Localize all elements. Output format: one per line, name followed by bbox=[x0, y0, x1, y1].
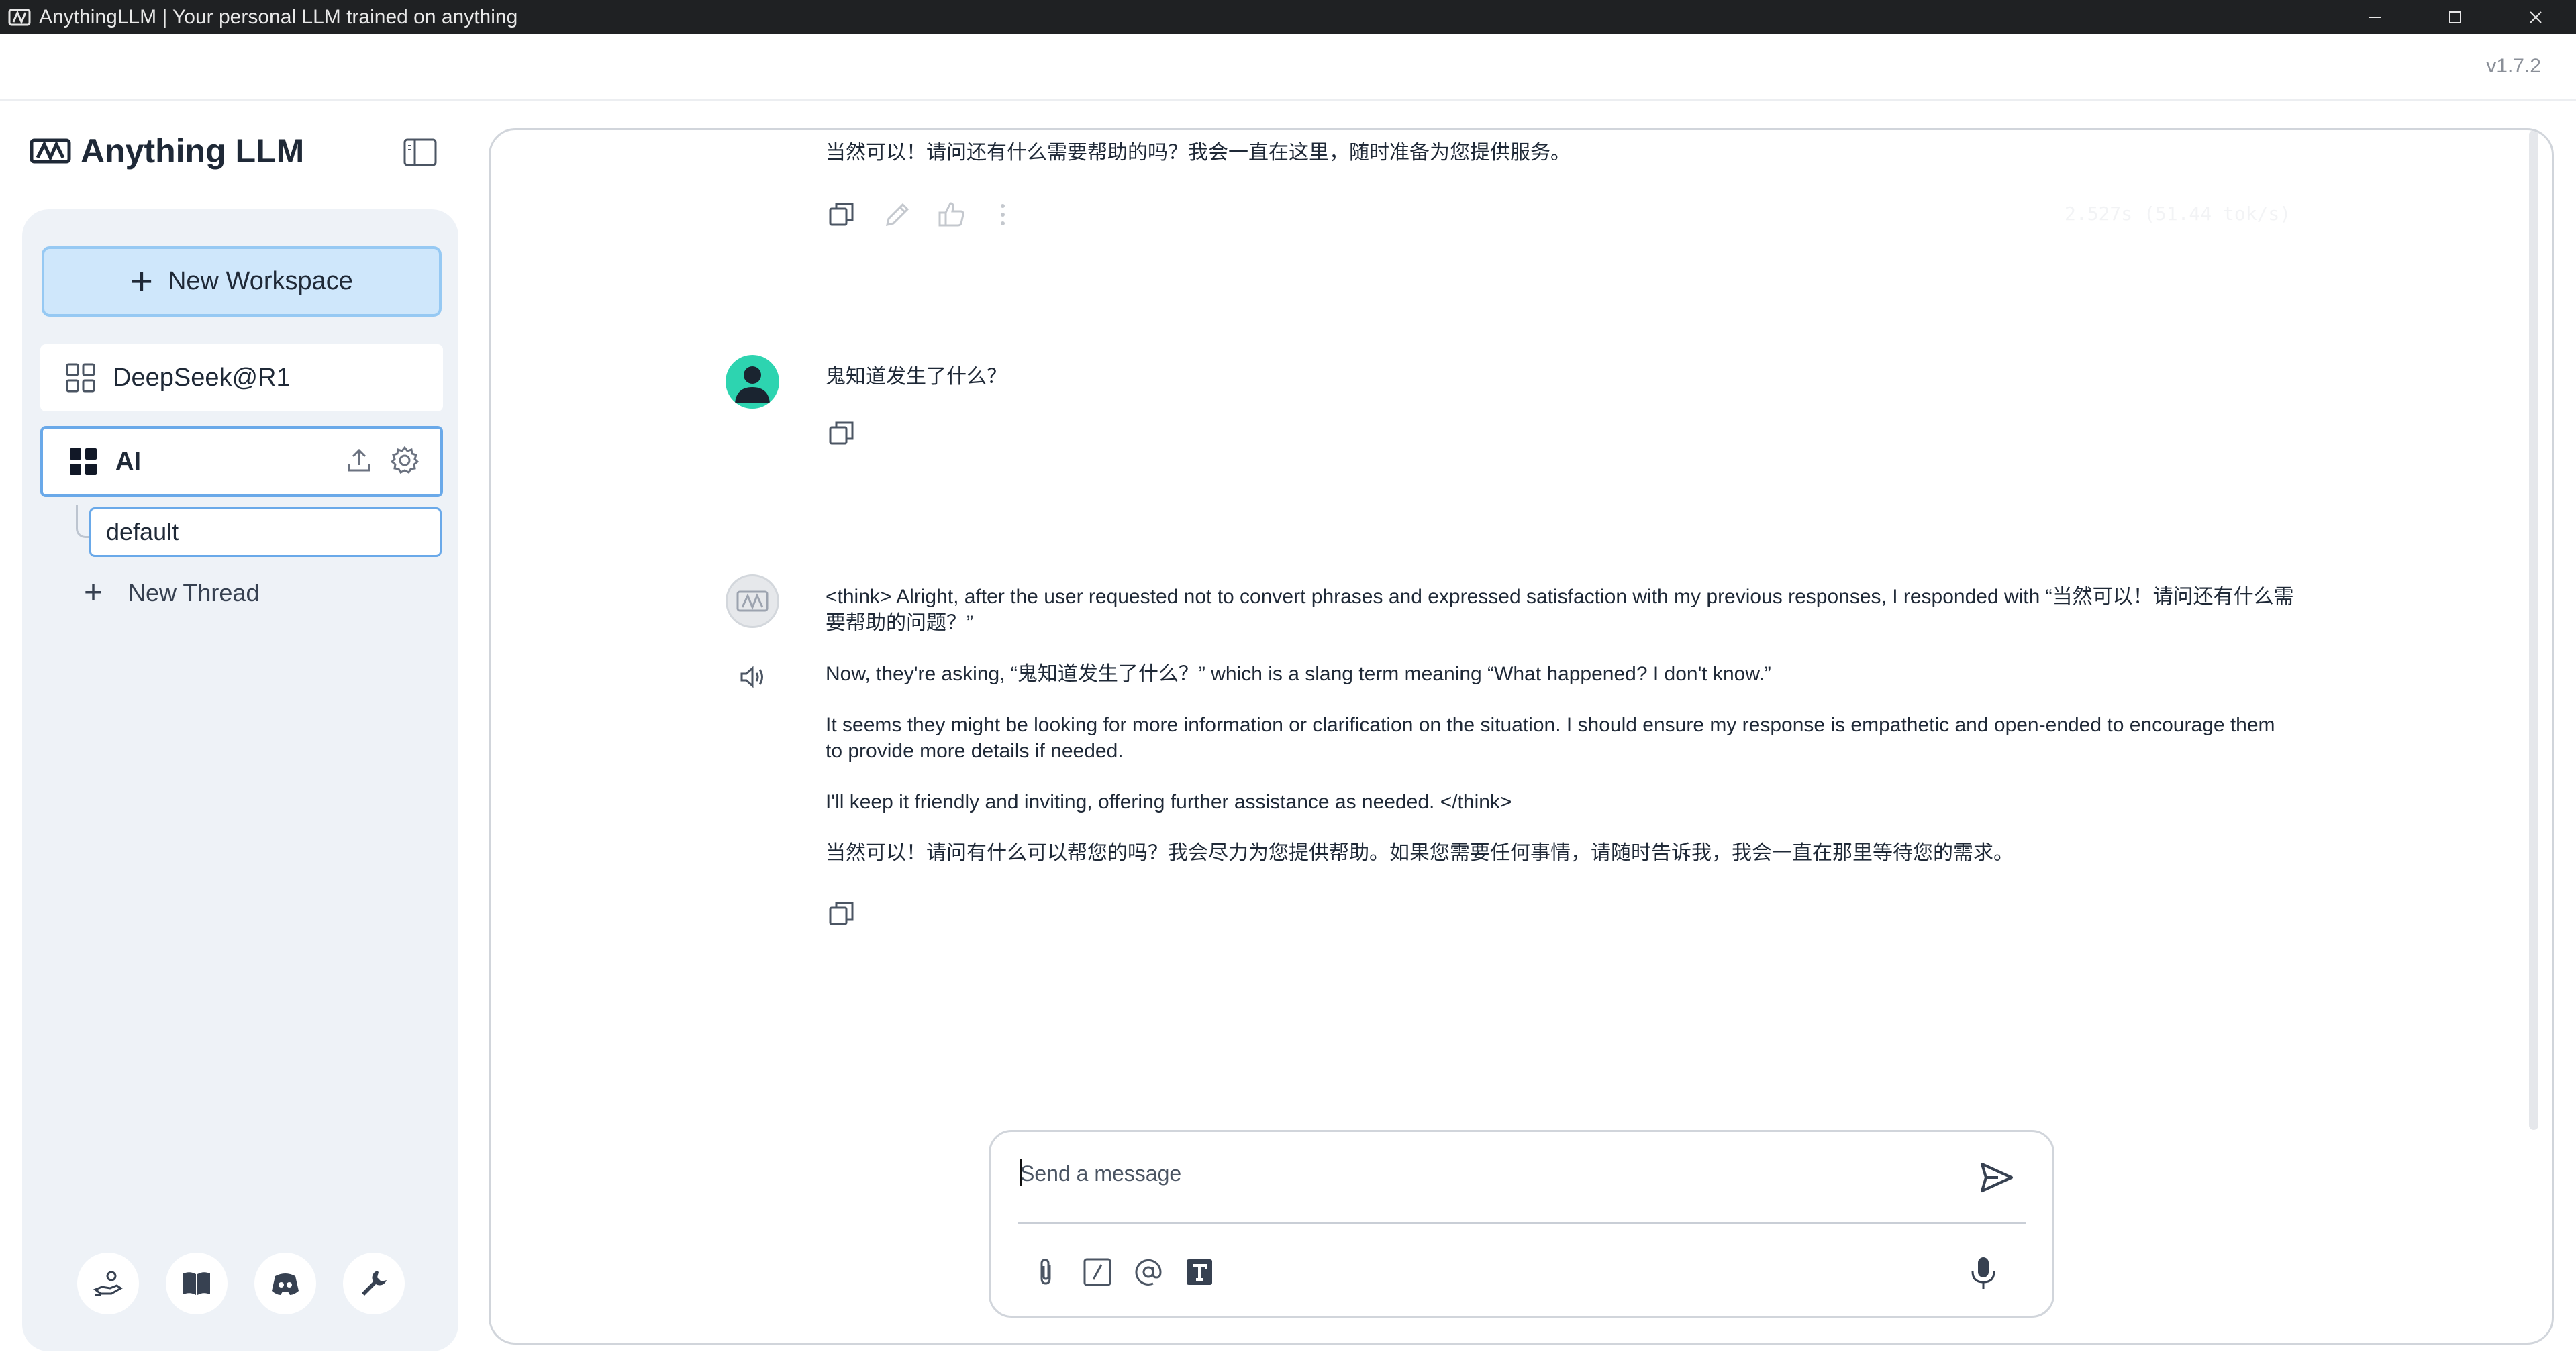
chat-scrollbar[interactable] bbox=[2529, 130, 2538, 1130]
text-caret bbox=[1020, 1159, 1022, 1186]
thumbs-up-icon[interactable] bbox=[936, 199, 967, 230]
community-hub-button[interactable] bbox=[77, 1253, 139, 1314]
grid-outline-icon bbox=[64, 362, 97, 394]
message-paragraph: It seems they might be looking for more … bbox=[826, 714, 2275, 762]
new-workspace-label: New Workspace bbox=[167, 267, 353, 295]
upload-icon[interactable] bbox=[344, 445, 375, 479]
copy-icon[interactable] bbox=[826, 418, 857, 449]
anythingllm-logo-icon bbox=[8, 6, 31, 29]
composer-toolbar bbox=[1031, 1257, 1215, 1288]
app-version: v1.7.2 bbox=[2486, 55, 2541, 77]
plus-icon: + bbox=[130, 259, 153, 303]
more-options-icon[interactable] bbox=[987, 199, 1018, 230]
slash-command-icon[interactable] bbox=[1082, 1257, 1113, 1288]
sidebar-panel-icon bbox=[403, 138, 437, 166]
text-size-icon[interactable] bbox=[1184, 1257, 1215, 1288]
docs-book-icon bbox=[183, 1272, 210, 1295]
copy-icon[interactable] bbox=[826, 199, 857, 230]
attachment-icon[interactable] bbox=[1031, 1257, 1062, 1288]
message-composer bbox=[989, 1130, 2054, 1318]
send-icon bbox=[1981, 1163, 2013, 1192]
message-paragraph: 当然可以！请问有什么可以帮您的吗？我会尽力为您提供帮助。如果您需要任何事情，请随… bbox=[826, 842, 2014, 864]
thread-item-default[interactable]: default bbox=[89, 507, 442, 557]
close-icon bbox=[2530, 11, 2542, 23]
brand-name: Anything LLM bbox=[81, 132, 305, 170]
composer-divider bbox=[1018, 1222, 2026, 1224]
microphone-icon bbox=[1971, 1257, 1995, 1289]
anythingllm-logo-icon bbox=[736, 590, 769, 612]
message-input[interactable] bbox=[1020, 1147, 1953, 1200]
assistant-message-body: <think> Alright, after the user requeste… bbox=[826, 584, 2295, 891]
minimize-icon bbox=[2369, 16, 2381, 18]
at-mention-icon[interactable] bbox=[1133, 1257, 1164, 1288]
discord-icon bbox=[272, 1273, 299, 1295]
edit-icon[interactable] bbox=[882, 199, 913, 230]
window-title: AnythingLLM | Your personal LLM trained … bbox=[39, 5, 518, 28]
assistant-message-text: 当然可以！请问还有什么需要帮助的吗？我会一直在这里，随时准备为您提供服务。 bbox=[826, 142, 1571, 164]
workspace-label: AI bbox=[115, 447, 141, 476]
anythingllm-logo-icon bbox=[30, 138, 71, 164]
assistant-avatar bbox=[726, 574, 779, 628]
plus-icon: + bbox=[84, 575, 103, 611]
settings-button[interactable] bbox=[343, 1253, 405, 1314]
minimize-button[interactable] bbox=[2334, 0, 2415, 34]
chat-panel: 当然可以！请问还有什么需要帮助的吗？我会一直在这里，随时准备为您提供服务。 2.… bbox=[489, 128, 2554, 1345]
grid-filled-icon bbox=[67, 446, 99, 478]
new-workspace-button[interactable]: + New Workspace bbox=[42, 246, 442, 317]
sidebar-toggle-button[interactable] bbox=[403, 138, 438, 167]
brand-logo: Anything LLM bbox=[30, 132, 304, 170]
new-thread-label: New Thread bbox=[128, 579, 260, 607]
user-message-text: 鬼知道发生了什么？ bbox=[826, 366, 1007, 388]
top-divider bbox=[0, 99, 2576, 101]
sidebar-footer bbox=[77, 1253, 405, 1314]
docs-button[interactable] bbox=[166, 1253, 228, 1314]
community-hub-icon bbox=[93, 1271, 123, 1296]
speaker-icon[interactable] bbox=[738, 662, 769, 692]
window-title-bar: AnythingLLM | Your personal LLM trained … bbox=[0, 0, 2576, 34]
workspace-item-ai[interactable]: AI bbox=[40, 426, 443, 497]
workspace-label: DeepSeek@R1 bbox=[113, 363, 291, 392]
message-paragraph: I'll keep it friendly and inviting, offe… bbox=[826, 791, 1512, 813]
close-button[interactable] bbox=[2495, 0, 2576, 34]
message-paragraph: Now, they're asking, “鬼知道发生了什么？” which i… bbox=[826, 663, 1771, 685]
message-paragraph: <think> Alright, after the user requeste… bbox=[826, 586, 2294, 634]
copy-icon[interactable] bbox=[826, 898, 857, 929]
send-button[interactable] bbox=[1978, 1159, 2016, 1196]
microphone-button[interactable] bbox=[1967, 1255, 2000, 1292]
new-thread-button[interactable]: + New Thread bbox=[84, 577, 259, 609]
sidebar: + New Workspace DeepSeek@R1 AI default +… bbox=[22, 209, 458, 1351]
maximize-button[interactable] bbox=[2415, 0, 2495, 34]
discord-button[interactable] bbox=[254, 1253, 316, 1314]
settings-wrench-icon bbox=[362, 1271, 387, 1296]
maximize-icon bbox=[2449, 11, 2461, 23]
workspace-item-deepseek[interactable]: DeepSeek@R1 bbox=[40, 344, 443, 411]
user-avatar-icon bbox=[735, 366, 770, 403]
gear-icon[interactable] bbox=[389, 445, 420, 479]
response-stats: 2.527s (51.44 tok/s) bbox=[2065, 203, 2291, 225]
user-avatar bbox=[726, 355, 779, 409]
